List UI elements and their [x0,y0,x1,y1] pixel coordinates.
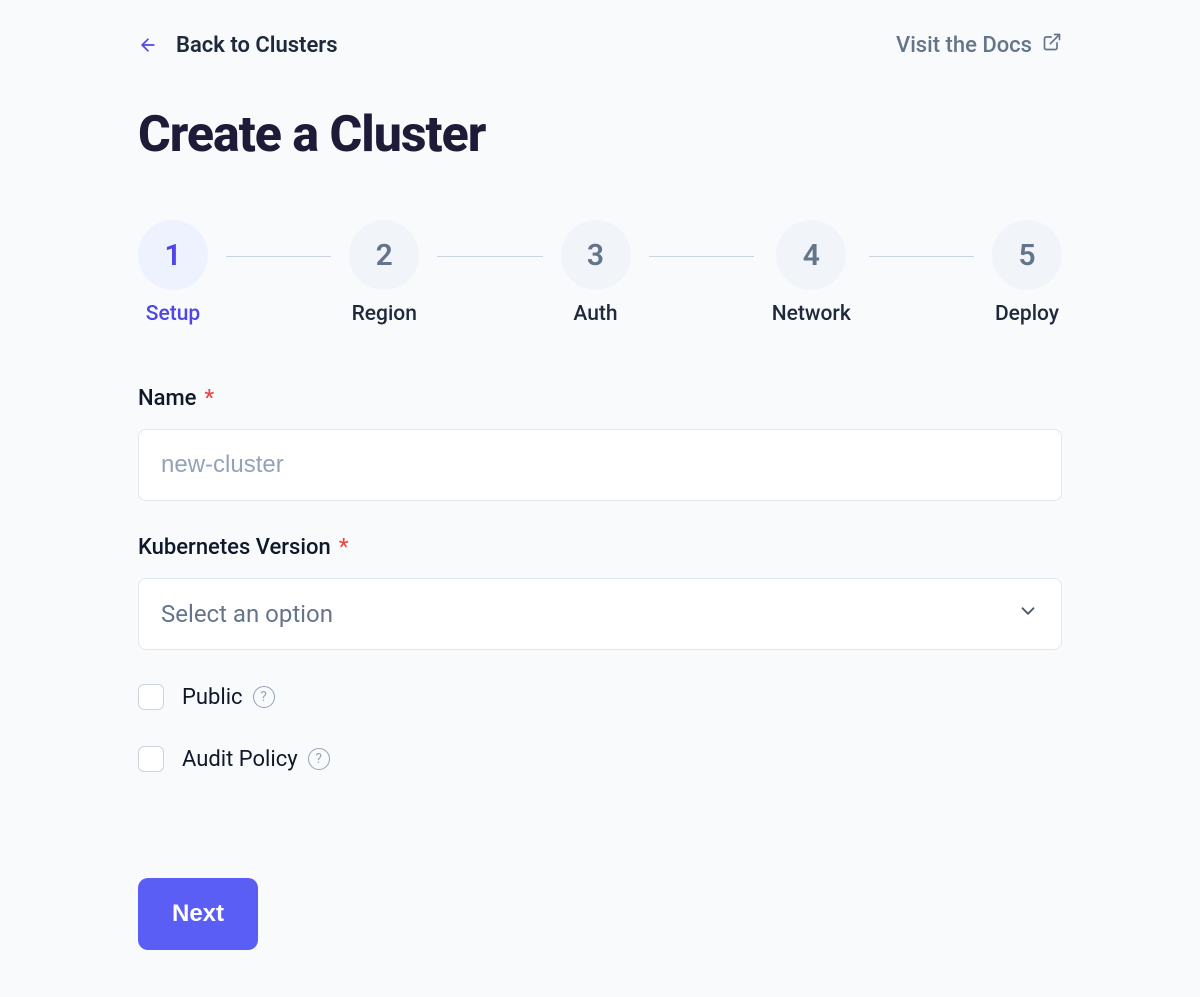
name-label-text: Name [138,386,196,411]
step-divider [437,256,542,257]
stepper: 1 Setup 2 Region 3 Auth 4 Network 5 Depl… [138,220,1062,326]
audit-policy-checkbox[interactable] [138,746,164,772]
step-number: 4 [776,220,846,290]
back-to-clusters-link[interactable]: Back to Clusters [138,33,338,58]
step-label: Region [352,302,417,326]
public-checkbox-row: Public ? [138,684,1062,710]
help-icon[interactable]: ? [253,686,275,708]
step-label: Auth [573,302,617,326]
name-label: Name * [138,386,1062,411]
audit-checkbox-label: Audit Policy ? [182,747,330,772]
external-link-icon [1042,32,1062,58]
version-field-group: Kubernetes Version * Select an option [138,535,1062,650]
step-number: 3 [561,220,631,290]
public-checkbox[interactable] [138,684,164,710]
help-icon[interactable]: ? [308,748,330,770]
back-label: Back to Clusters [176,33,338,58]
next-button[interactable]: Next [138,878,258,950]
step-number: 2 [349,220,419,290]
version-label-text: Kubernetes Version [138,535,331,560]
chevron-down-icon [1017,600,1039,628]
step-divider [226,256,331,257]
step-deploy[interactable]: 5 Deploy [992,220,1062,326]
kubernetes-version-select[interactable]: Select an option [138,578,1062,650]
docs-label: Visit the Docs [896,33,1032,58]
select-placeholder: Select an option [161,600,333,628]
step-number: 1 [138,220,208,290]
audit-checkbox-row: Audit Policy ? [138,746,1062,772]
step-divider [649,256,754,257]
page-title: Create a Cluster [138,106,1062,164]
step-network[interactable]: 4 Network [772,220,851,326]
step-label: Setup [146,302,200,326]
public-checkbox-label: Public ? [182,685,275,710]
required-marker: * [339,535,349,560]
arrow-left-icon [138,35,158,55]
step-label: Deploy [995,302,1059,326]
step-label: Network [772,302,851,326]
name-field-group: Name * [138,386,1062,501]
step-region[interactable]: 2 Region [349,220,419,326]
public-label-text: Public [182,685,243,710]
required-marker: * [204,386,214,411]
audit-label-text: Audit Policy [182,747,298,772]
step-divider [869,256,974,257]
visit-docs-link[interactable]: Visit the Docs [896,32,1062,58]
step-setup[interactable]: 1 Setup [138,220,208,326]
top-bar: Back to Clusters Visit the Docs [138,32,1062,58]
cluster-name-input[interactable] [138,429,1062,501]
version-label: Kubernetes Version * [138,535,1062,560]
step-number: 5 [992,220,1062,290]
step-auth[interactable]: 3 Auth [561,220,631,326]
